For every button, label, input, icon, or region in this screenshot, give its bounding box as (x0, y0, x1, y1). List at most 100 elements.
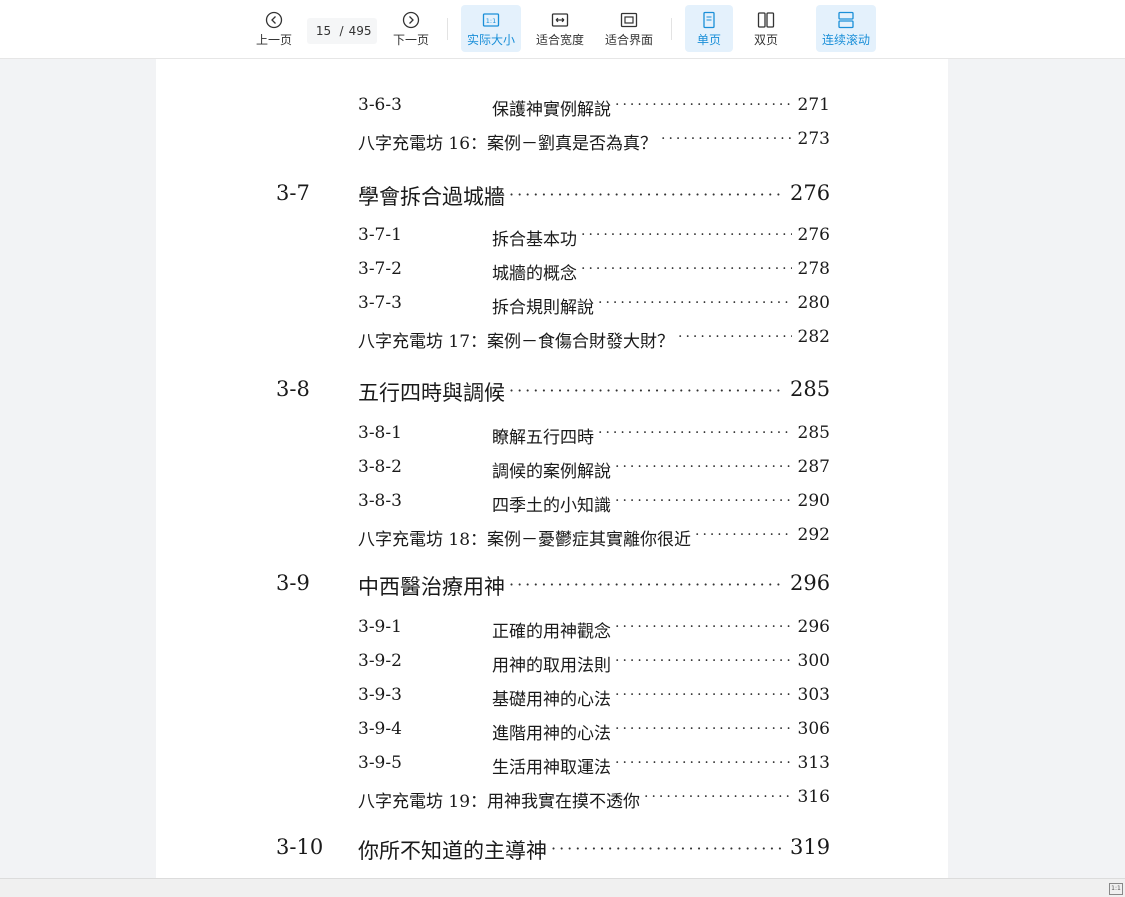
toc-title: 調候的案例解說 (492, 462, 611, 482)
toc-number: 3-9-2 (358, 651, 402, 671)
toc-leader-dots: ········································… (581, 227, 792, 243)
page-indicator: 15 / 495 (307, 18, 377, 44)
toc-number: 3-8-1 (358, 423, 402, 443)
toc-page-number: 290 (797, 491, 830, 511)
actual-size-button[interactable]: 1:1 实际大小 (461, 5, 521, 52)
toc-section-entry: 3-8-2 調候的案例解說····························… (156, 457, 948, 485)
toc-leader-dots: ········································… (678, 329, 792, 345)
toc-page-number: 287 (797, 457, 830, 477)
toc-chapter-entry: 3-10 你所不知道的主導神 ···························… (156, 835, 948, 863)
continuous-scroll-button[interactable]: 连续滚动 (816, 5, 876, 52)
single-page-label: 单页 (696, 33, 721, 47)
document-page: 3-6-3保護神實例解說····························… (156, 59, 948, 878)
toc-chapter-entry: 3-9 中西醫治療用神 ······························… (156, 571, 948, 599)
toc-number: 3-10 (276, 835, 324, 859)
toc-title: 你所不知道的主導神 (358, 839, 547, 863)
toc-leader-dots: ········································… (509, 575, 784, 594)
total-pages: 495 (348, 24, 372, 38)
toc-number: 3-7-3 (358, 293, 402, 313)
toc-number: 3-9 (276, 571, 310, 595)
toc-title: 拆合基本功 (492, 230, 577, 250)
toc-title: 學會拆合過城牆 (358, 185, 505, 209)
toc-extra-entry: 八字充電坊 18：案例－憂鬱症其實離你很近···················… (156, 525, 948, 553)
toc-leader-dots: ········································… (644, 789, 792, 805)
fit-width-label: 适合宽度 (535, 33, 584, 47)
toc-title: 五行四時與調候 (358, 381, 505, 405)
toc-page-number: 285 (797, 423, 830, 443)
toc-leader-dots: ········································… (615, 97, 792, 113)
fit-page-button[interactable]: 适合界面 (600, 5, 658, 52)
toc-number: 3-9-1 (358, 617, 402, 637)
toc-title: 中西醫治療用神 (358, 575, 505, 599)
toolbar-divider (671, 18, 672, 40)
toc-section-entry: 3-9-1 正確的用神觀念····························… (156, 617, 948, 645)
toc-number: 3-6-3 (358, 95, 402, 115)
document-viewport[interactable]: 3-6-3保護神實例解說····························… (0, 59, 1125, 878)
toc-title: 八字充電坊 18：案例－憂鬱症其實離你很近 (358, 530, 692, 550)
toc-leader-dots: ········································… (598, 425, 792, 441)
toc-section-entry: 3-6-3 保護神實例解說····························… (156, 95, 948, 123)
toc-title: 保護神實例解說 (492, 100, 611, 120)
double-page-label: 双页 (753, 33, 778, 47)
toc-page-number: 282 (797, 327, 830, 347)
toc-extra-entry: 八字充電坊 16：案例－劉真是否為真？·····················… (156, 129, 948, 157)
toc-leader-dots: ········································… (598, 295, 792, 311)
toc-leader-dots: ········································… (661, 131, 792, 147)
toc-section-entry: 3-7-1 拆合基本功 ······························… (156, 225, 948, 253)
toc-number: 3-9-4 (358, 719, 402, 739)
toc-page-number: 271 (797, 95, 830, 115)
single-page-icon (703, 11, 715, 29)
toc-section-entry: 3-8-1 瞭解五行四時·····························… (156, 423, 948, 451)
toc-section-entry: 3-8-3 四季土的小知識····························… (156, 491, 948, 519)
toc-title: 用神的取用法則 (492, 656, 611, 676)
toc-title: 四季土的小知識 (492, 496, 611, 516)
toc-section-entry: 3-9-3 基礎用神的心法····························… (156, 685, 948, 713)
continuous-scroll-icon (838, 11, 854, 29)
continuous-scroll-label: 连续滚动 (821, 33, 870, 47)
toc-number: 3-7-2 (358, 259, 402, 279)
toc-leader-dots: ········································… (615, 755, 792, 771)
single-page-button[interactable]: 单页 (685, 5, 733, 52)
actual-size-label: 实际大小 (466, 33, 515, 47)
toc-title: 八字充電坊 17：案例－食傷合財發大財？ (358, 332, 675, 352)
toc-section-entry: 3-7-2 城牆的概念 ······························… (156, 259, 948, 287)
toc-leader-dots: ········································… (615, 619, 792, 635)
fit-width-button[interactable]: 适合宽度 (531, 5, 589, 52)
toc-page-number: 300 (797, 651, 830, 671)
toc-section-entry: 3-9-4 進階用神的心法····························… (156, 719, 948, 747)
toc-number: 3-8-2 (358, 457, 402, 477)
prev-page-button[interactable]: 上一页 (252, 5, 296, 52)
toc-page-number: 273 (797, 129, 830, 149)
toc-leader-dots: ········································… (695, 527, 792, 543)
zoom-indicator[interactable]: 1:1 (1109, 883, 1123, 895)
toc-number: 3-8 (276, 377, 310, 401)
double-page-button[interactable]: 双页 (742, 5, 790, 52)
next-page-label: 下一页 (392, 33, 429, 47)
next-page-button[interactable]: 下一页 (389, 5, 433, 52)
toc-leader-dots: ········································… (615, 459, 792, 475)
toc-section-entry: 3-9-5 生活用神取運法····························… (156, 753, 948, 781)
double-page-icon (757, 12, 775, 28)
toc-leader-dots: ········································… (581, 261, 792, 277)
chevron-left-circle-icon (265, 11, 283, 29)
chevron-right-circle-icon (402, 11, 420, 29)
toc-page-number: 313 (797, 753, 830, 773)
toc-page-number: 276 (790, 181, 831, 205)
toc-page-number: 296 (790, 571, 831, 595)
toc-leader-dots: ········································… (615, 493, 792, 509)
toc-page-number: 306 (797, 719, 830, 739)
toc-title: 拆合規則解說 (492, 298, 594, 318)
toc-page-number: 316 (797, 787, 830, 807)
toc-extra-entry: 八字充電坊 19：用神我實在摸不透你······················… (156, 787, 948, 815)
toc-leader-dots: ········································… (615, 721, 792, 737)
toc-leader-dots: ········································… (615, 687, 792, 703)
fit-page-label: 适合界面 (604, 33, 653, 47)
toc-page-number: 285 (790, 377, 831, 401)
toc-section-entry: 3-9-2 用神的取用法則····························… (156, 651, 948, 679)
toc-leader-dots: ········································… (615, 653, 792, 669)
toc-number: 3-9-3 (358, 685, 402, 705)
current-page-input[interactable]: 15 (313, 24, 335, 38)
prev-page-label: 上一页 (255, 33, 292, 47)
toc-page-number: 276 (797, 225, 830, 245)
toc-page-number: 292 (797, 525, 830, 545)
